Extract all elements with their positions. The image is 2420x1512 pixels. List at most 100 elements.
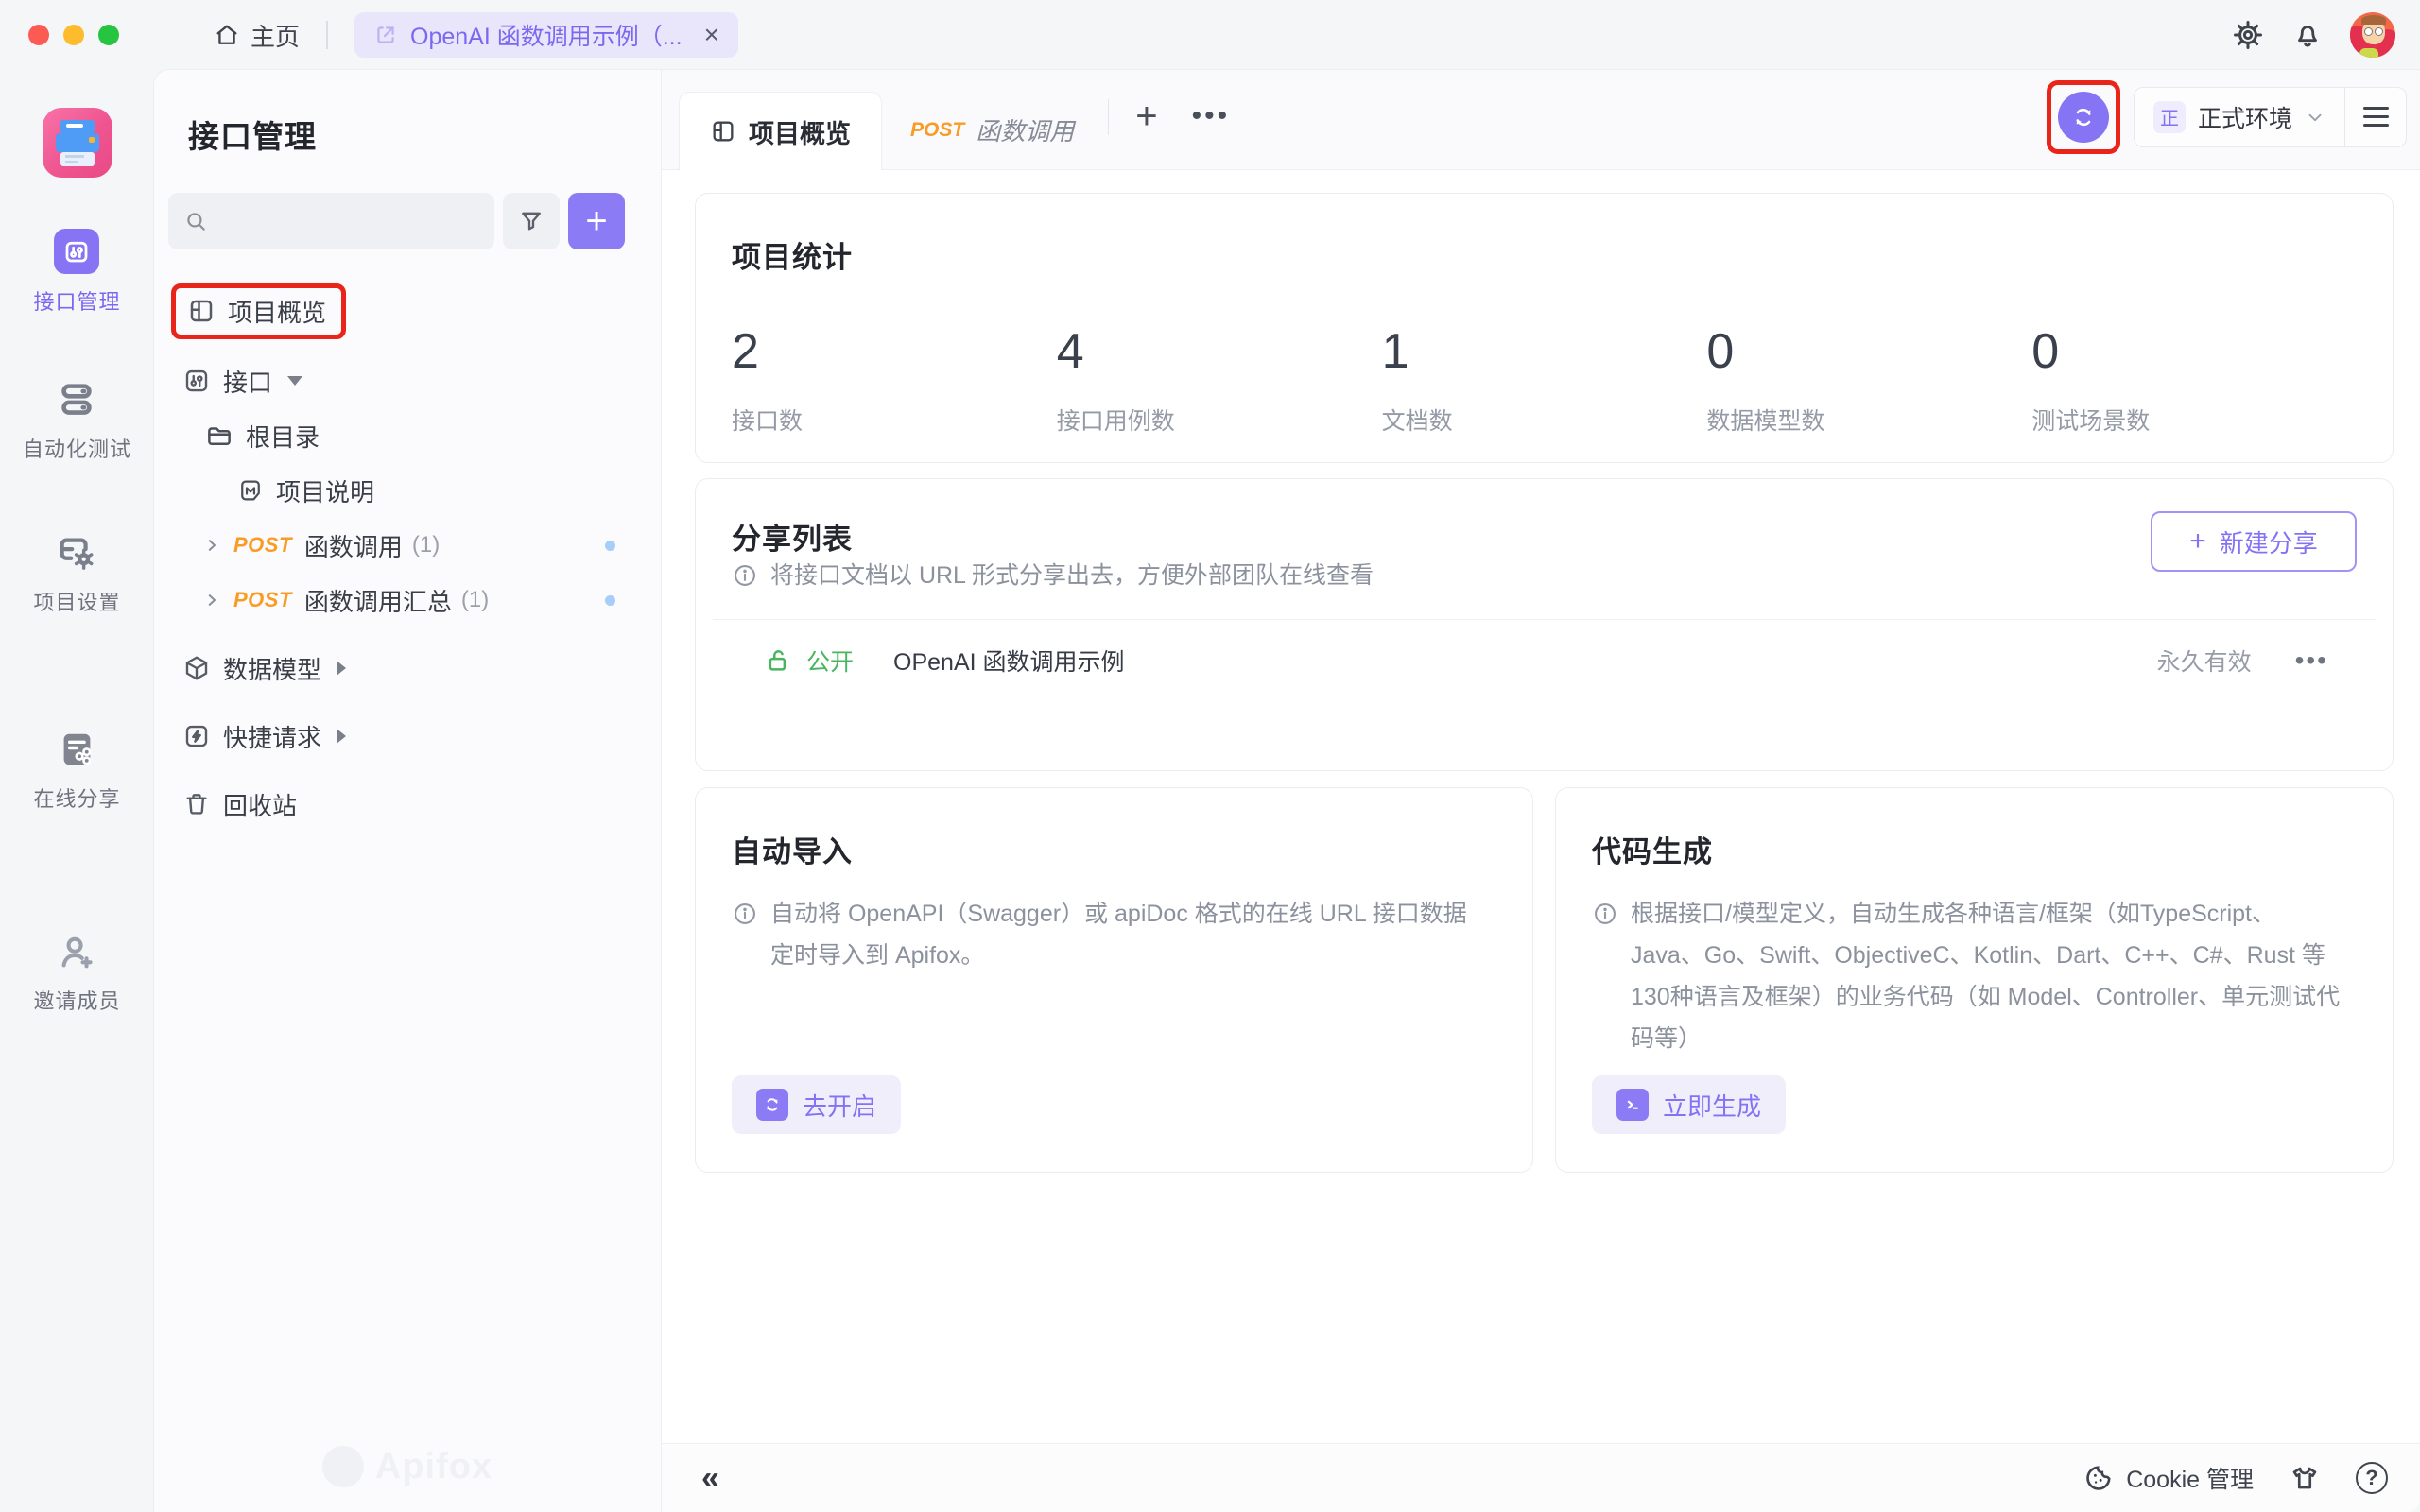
filter-button[interactable] [503,193,560,249]
search-field[interactable] [217,208,479,234]
theme-tshirt-icon[interactable] [2290,1463,2320,1493]
tab-more-button[interactable]: ••• [1179,100,1244,132]
search-input[interactable] [168,193,494,249]
minimize-window-button[interactable] [63,25,84,45]
sidebar-item-api-management[interactable]: 接口管理 [33,229,120,316]
annotation-box-overview: 项目概览 [171,284,346,339]
tab-project-overview[interactable]: 项目概览 [679,92,882,170]
notifications-bell-icon[interactable] [2291,19,2324,51]
tree-item-data-model[interactable]: 数据模型 [154,641,661,696]
stat-label: 数据模型数 [1706,403,2031,437]
generate-now-button[interactable]: 立即生成 [1592,1075,1786,1134]
stat-value: 0 [1706,323,2031,380]
chevron-right-icon[interactable] [337,661,346,676]
menu-hamburger-button[interactable] [2345,107,2406,127]
search-icon [183,209,208,233]
app-window: 主页 OpenAI 函数调用示例（... × [0,0,2420,1512]
tree-item-label: 快捷请求 [223,719,321,754]
stat-label: 接口用例数 [1057,403,1382,437]
home-icon [214,22,240,48]
project-tab-title: OpenAI 函数调用示例（... [410,18,683,52]
tab-bar-divider [1108,99,1109,135]
chevron-down-icon[interactable] [287,376,302,386]
tree-item-quick-request[interactable]: 快捷请求 [154,709,661,764]
user-avatar[interactable] [2350,12,2395,58]
zoom-window-button[interactable] [98,25,119,45]
tree-item-root-folder[interactable]: 根目录 [154,408,661,463]
stat-label: 测试场景数 [2031,403,2357,437]
cookie-manager-button[interactable]: Cookie 管理 [2083,1461,2254,1495]
chevron-right-icon[interactable] [337,729,346,744]
environment-badge: 正 [2153,101,2186,133]
main-tab-bar: 项目概览 POST 函数调用 + ••• [662,70,2420,170]
home-button[interactable]: 主页 [214,18,300,53]
overview-grid-icon [710,118,736,145]
chevron-right-icon[interactable] [203,537,220,554]
folder-icon [205,421,233,450]
info-icon [1592,893,1618,927]
share-title: 分享列表 [732,515,853,558]
new-share-button[interactable]: + 新建分享 [2151,511,2357,572]
tab-close-icon[interactable]: × [704,22,719,48]
cookie-manager-label: Cookie 管理 [2126,1461,2254,1495]
environment-selector[interactable]: 正 正式环境 [2134,87,2407,147]
enable-auto-import-button[interactable]: 去开启 [732,1075,901,1134]
sidebar-item-project-settings[interactable]: 项目设置 [33,531,120,616]
overview-content: 项目统计 2 接口数 4 接口用例数 1 文档数 [662,170,2420,1443]
project-tab[interactable]: OpenAI 函数调用示例（... × [354,12,738,58]
stat-doc-count: 1 文档数 [1382,323,1707,437]
new-share-label: 新建分享 [2220,524,2318,559]
terminal-icon [1616,1089,1649,1121]
plus-icon: + [2189,527,2206,556]
help-icon[interactable]: ? [2356,1462,2388,1494]
stat-api-count: 2 接口数 [732,323,1057,437]
sidebar-item-automated-testing[interactable]: 自动化测试 [23,378,131,463]
add-tab-button[interactable]: + [1115,97,1178,135]
share-list-item[interactable]: 公开 OPenAI 函数调用示例 永久有效 ••• [696,620,2393,701]
tree-item-post-function-call[interactable]: POST 函数调用 (1) [154,518,661,573]
cookie-icon [2083,1463,2114,1493]
sidebar-item-label: 项目设置 [33,586,120,616]
chevron-right-icon[interactable] [203,592,220,609]
codegen-title: 代码生成 [1592,828,2357,870]
environment-name: 正式环境 [2198,100,2292,134]
share-more-button[interactable]: ••• [2295,645,2328,676]
tree-item-project-overview[interactable]: 项目概览 [154,276,661,346]
tree-item-label: 项目说明 [276,473,374,508]
apifox-watermark: Apifox [154,1446,661,1487]
sidebar-item-label: 自动化测试 [23,433,131,463]
unread-dot [605,541,615,551]
sidebar-item-online-share[interactable]: 在线分享 [33,728,120,813]
info-icon [732,893,758,927]
tab-label: 项目概览 [749,113,851,150]
traffic-lights [28,25,119,45]
project-logo[interactable] [43,108,112,178]
markdown-doc-icon [237,477,264,504]
code-generation-card: 代码生成 根据接口/模型定义，自动生成各种语言/框架（如TypeScript、J… [1555,787,2394,1173]
tree-item-project-doc[interactable]: 项目说明 [154,463,661,518]
sync-button[interactable] [2058,92,2109,143]
collapse-sidebar-button[interactable]: « [701,1460,719,1497]
tree-item-post-function-call-summary[interactable]: POST 函数调用汇总 (1) [154,573,661,627]
tree-item-api-group[interactable]: 接口 [154,353,661,408]
chevron-down-icon [2305,107,2325,128]
automated-testing-icon [55,378,98,421]
invite-member-icon [55,930,98,973]
close-window-button[interactable] [28,25,49,45]
stat-api-case-count: 4 接口用例数 [1057,323,1382,437]
project-stats-card: 项目统计 2 接口数 4 接口用例数 1 文档数 [695,193,2394,463]
sidebar-item-invite-members[interactable]: 邀请成员 [33,930,120,1015]
auto-import-title: 自动导入 [732,828,1496,870]
add-button[interactable]: + [568,193,625,249]
tree-item-recycle-bin[interactable]: 回收站 [154,777,661,832]
apifox-logo-icon [322,1446,364,1487]
generate-label: 立即生成 [1663,1088,1761,1123]
settings-gear-icon[interactable] [2231,18,2265,52]
tab-post-function-call[interactable]: POST 函数调用 [882,91,1102,169]
stat-label: 文档数 [1382,403,1707,437]
tree-item-label: 回收站 [223,787,297,822]
external-link-icon [373,23,398,47]
trash-icon [182,790,211,818]
api-group-icon [182,367,211,395]
bottom-bar: « Cookie 管理 ? [662,1443,2420,1512]
